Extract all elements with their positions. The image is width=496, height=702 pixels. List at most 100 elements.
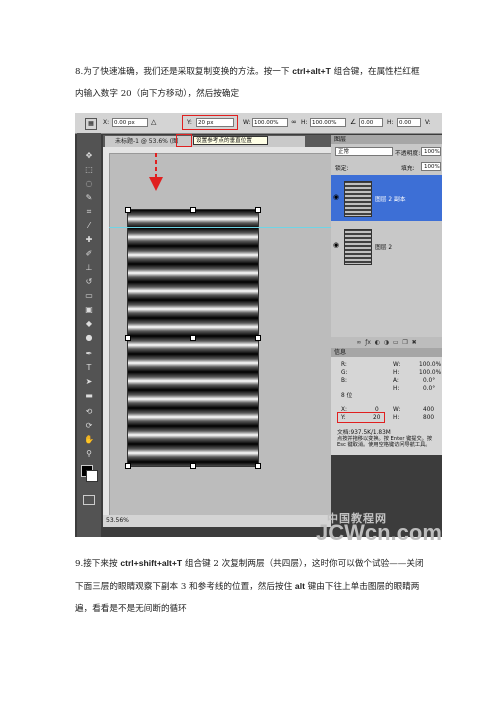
mask-icon[interactable]: ◐ bbox=[375, 339, 380, 346]
link-icon[interactable]: ∞ bbox=[291, 118, 297, 126]
rotate-icon: ∠ bbox=[350, 118, 357, 126]
transform-handle[interactable] bbox=[125, 335, 131, 341]
quick-mask-icon[interactable] bbox=[83, 495, 95, 505]
w-pct-value: 100.0% bbox=[419, 362, 442, 368]
rotate-field[interactable]: 0.00 bbox=[359, 118, 383, 127]
pen-tool-icon[interactable]: ✒ bbox=[83, 349, 95, 359]
w-label: W: bbox=[393, 407, 401, 413]
reference-point-icon[interactable]: ▦ bbox=[85, 118, 97, 130]
zoom-status[interactable]: 53.56% bbox=[106, 517, 129, 524]
hskew-label: H: bbox=[387, 119, 394, 126]
transform-handle[interactable] bbox=[190, 463, 196, 469]
y-value-highlight bbox=[337, 412, 385, 423]
layer-thumbnail bbox=[344, 229, 372, 265]
lock-label: 锁定: bbox=[335, 166, 349, 172]
step8-paragraph: 8.为了快速准确，我们还是采取复制变换的方法。按一下 ctrl+alt+T 组合… bbox=[75, 60, 435, 105]
photoshop-screenshot: ▦ X: 0.00 px △ Y: 20 px W: 100.00% ∞ H: … bbox=[75, 113, 442, 537]
skew-value: 0.0° bbox=[423, 386, 436, 392]
delta-icon[interactable]: △ bbox=[151, 118, 156, 126]
3d-rotate-icon[interactable]: ⟲ bbox=[83, 407, 95, 417]
step9-text-b: 组合键 2 次复制两层（共四层），这时你可以做个试验——关闭 bbox=[182, 559, 424, 569]
marquee-tool-icon[interactable]: ⬚ bbox=[83, 165, 95, 175]
new-layer-icon[interactable]: ❐ bbox=[402, 339, 407, 346]
layers-panel: 图层 正常 不透明度: 100% 锁定: 填充: 100% ◉ 图层 2 副本 … bbox=[331, 135, 442, 365]
x-field[interactable]: 0.00 px bbox=[112, 118, 148, 127]
status-bar: 53.56% bbox=[103, 515, 331, 527]
bit-depth: 8 位 bbox=[341, 393, 353, 399]
layer-row[interactable]: ◉ 图层 2 副本 bbox=[331, 175, 442, 221]
eyedropper-icon[interactable]: ⁄ bbox=[83, 221, 95, 231]
step9-alt-key: alt bbox=[294, 581, 305, 591]
type-tool-icon[interactable]: T bbox=[83, 363, 95, 373]
transform-handle[interactable] bbox=[125, 207, 131, 213]
layer-thumbnail bbox=[344, 181, 372, 217]
tooltip: 设置参考点的垂直位置 bbox=[193, 136, 268, 145]
transform-handle[interactable] bbox=[190, 207, 196, 213]
gradient-tool-icon[interactable]: ▣ bbox=[83, 305, 95, 315]
step9-line3: 遍，看看是不是无间断的循环 bbox=[75, 604, 187, 614]
h-label: H: bbox=[301, 119, 308, 126]
path-select-icon[interactable]: ➤ bbox=[83, 377, 95, 387]
y-field-highlight bbox=[182, 115, 238, 130]
brush-tool-icon[interactable]: ✐ bbox=[83, 249, 95, 259]
step8-shortcut: ctrl+alt+T bbox=[292, 66, 331, 76]
skew-label: H: bbox=[393, 386, 400, 392]
crop-tool-icon[interactable]: ⌗ bbox=[83, 207, 95, 217]
opacity-label: 不透明度: bbox=[395, 151, 421, 157]
h-value: 800 bbox=[423, 415, 435, 421]
transform-handle[interactable] bbox=[255, 335, 261, 341]
dodge-tool-icon[interactable]: ● bbox=[83, 333, 95, 343]
eraser-tool-icon[interactable]: ▭ bbox=[83, 291, 95, 301]
guide-line bbox=[109, 227, 331, 228]
step8-text-b: 组合键，在属性栏红框 bbox=[330, 67, 420, 77]
shape-tool-icon[interactable]: ▬ bbox=[83, 391, 95, 401]
eye-icon[interactable]: ◉ bbox=[333, 241, 341, 249]
move-tool-icon[interactable]: ✥ bbox=[83, 151, 95, 161]
step9-text-c: 下面三层的眼睛观察下副本 3 和参考线的位置，然后按住 bbox=[75, 582, 295, 592]
lasso-tool-icon[interactable]: ◌ bbox=[83, 179, 95, 189]
h-field[interactable]: 100.00% bbox=[310, 118, 346, 127]
angle-value: 0.0° bbox=[423, 378, 436, 384]
w-field[interactable]: 100.00% bbox=[252, 118, 288, 127]
layer-row[interactable]: ◉ 图层 2 bbox=[331, 223, 442, 269]
blur-tool-icon[interactable]: ◆ bbox=[83, 319, 95, 329]
hskew-field[interactable]: 0.00 bbox=[397, 118, 421, 127]
layers-panel-title[interactable]: 图层 bbox=[331, 135, 442, 144]
transform-handle[interactable] bbox=[125, 463, 131, 469]
transform-handle[interactable] bbox=[190, 335, 196, 341]
w-pct-label: W: bbox=[393, 362, 401, 368]
fill-label: 填充: bbox=[401, 166, 415, 172]
trash-icon[interactable]: ✖ bbox=[412, 339, 417, 346]
r-label: R: bbox=[341, 362, 347, 368]
step9-paragraph: 9.接下来按 ctrl+shift+alt+T 组合键 2 次复制两层（共四层）… bbox=[75, 552, 435, 620]
info-hint: 点按并拖移以变换。按 Enter 键提交。按 Esc 键取消。使用空格键访问导航… bbox=[337, 436, 433, 448]
quick-select-icon[interactable]: ✎ bbox=[83, 193, 95, 203]
b-label: B: bbox=[341, 378, 347, 384]
info-panel: 信息 R: G: B: 8 位 W: 100.0% H: 100.0% A: 0… bbox=[331, 348, 442, 455]
folder-icon[interactable]: ▭ bbox=[393, 339, 399, 346]
transform-handle[interactable] bbox=[255, 207, 261, 213]
transform-handle[interactable] bbox=[255, 463, 261, 469]
history-brush-icon[interactable]: ↺ bbox=[83, 277, 95, 287]
zoom-tool-icon[interactable]: ⚲ bbox=[83, 449, 95, 459]
opacity-field[interactable]: 100% bbox=[421, 147, 441, 156]
link-layers-icon[interactable]: ∞ bbox=[356, 339, 361, 346]
info-panel-title[interactable]: 信息 bbox=[331, 348, 442, 357]
stamp-tool-icon[interactable]: ⊥ bbox=[83, 263, 95, 273]
eye-icon[interactable]: ◉ bbox=[333, 193, 341, 201]
fill-field[interactable]: 100% bbox=[421, 162, 441, 171]
canvas-area[interactable] bbox=[103, 147, 331, 527]
fx-icon[interactable]: ƒx bbox=[365, 339, 371, 346]
layer-name: 图层 2 bbox=[375, 245, 393, 251]
background-swatch-icon[interactable] bbox=[86, 470, 98, 482]
blend-mode-select[interactable]: 正常 bbox=[335, 147, 393, 156]
step8-text-a: 8.为了快速准确，我们还是采取复制变换的方法。按一下 bbox=[75, 67, 293, 77]
tools-panel: ✥ ⬚ ◌ ✎ ⌗ ⁄ ✚ ✐ ⊥ ↺ ▭ ▣ ◆ ● ✒ T ➤ ▬ ⟲ ⟳ … bbox=[77, 133, 101, 537]
layer-name: 图层 2 副本 bbox=[375, 197, 406, 203]
healing-brush-icon[interactable]: ✚ bbox=[83, 235, 95, 245]
striped-document[interactable] bbox=[125, 207, 261, 469]
adjustment-icon[interactable]: ◑ bbox=[384, 339, 389, 346]
3d-orbit-icon[interactable]: ⟳ bbox=[83, 421, 95, 431]
hand-tool-icon[interactable]: ✋ bbox=[83, 435, 95, 445]
watermark-logo: JCWcn.com bbox=[316, 520, 442, 545]
